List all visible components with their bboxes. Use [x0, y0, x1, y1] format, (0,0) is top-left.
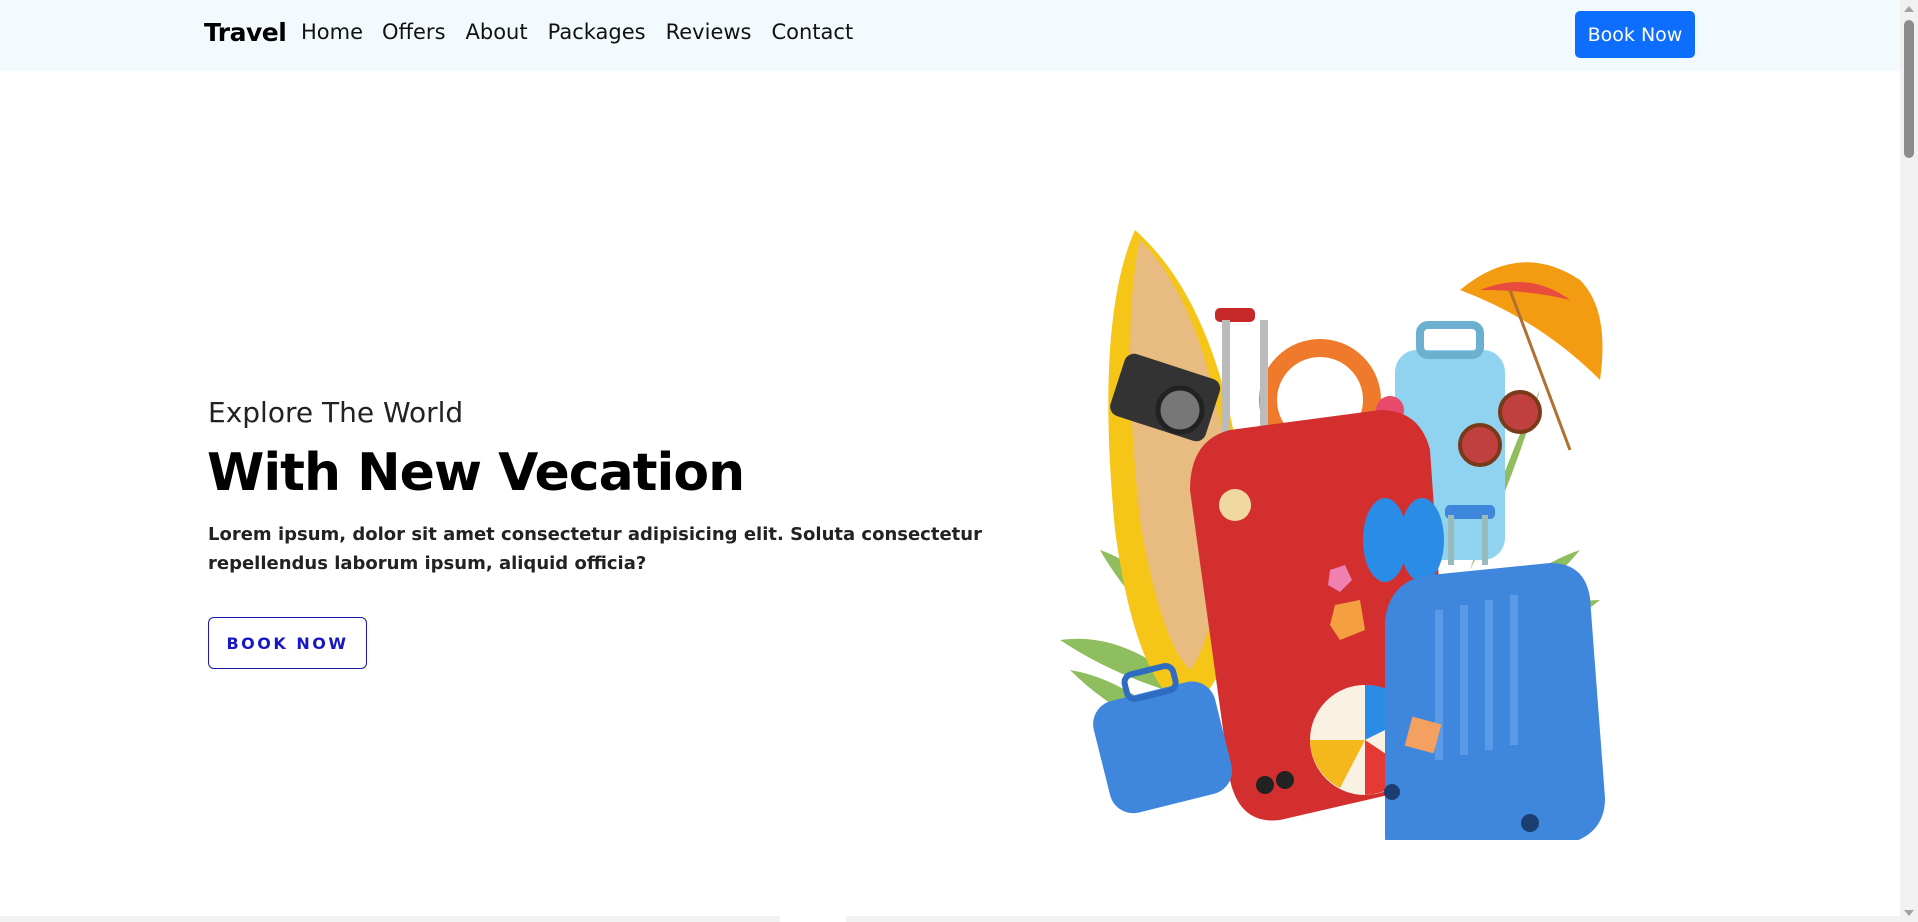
hero-subtitle: Explore The World: [208, 396, 464, 429]
horizontal-scrollbar[interactable]: [0, 916, 1900, 922]
nav-link-offers[interactable]: Offers: [382, 20, 446, 44]
book-now-button-hero[interactable]: BOOK NOW: [208, 617, 367, 669]
hero-description: Lorem ipsum, dolor sit amet consectetur …: [208, 524, 982, 574]
nav-links: Home Offers About Packages Reviews Conta…: [301, 20, 873, 44]
scrollbar-thumb[interactable]: [1904, 20, 1914, 158]
scroll-up-arrow-icon[interactable]: [1904, 6, 1914, 12]
hero-title: With New Vecation: [207, 443, 745, 503]
vertical-scrollbar[interactable]: [1900, 0, 1918, 922]
nav-link-contact[interactable]: Contact: [771, 20, 853, 44]
nav-link-packages[interactable]: Packages: [548, 20, 646, 44]
book-now-button-nav[interactable]: Book Now: [1575, 11, 1695, 58]
nav-link-reviews[interactable]: Reviews: [666, 20, 752, 44]
nav-link-about[interactable]: About: [466, 20, 528, 44]
brand-logo[interactable]: Travel: [204, 18, 287, 47]
scroll-down-arrow-icon[interactable]: [1904, 910, 1914, 916]
horizontal-scrollbar-thumb[interactable]: [780, 916, 846, 922]
navbar: Travel Home Offers About Packages Review…: [0, 0, 1900, 71]
travel-luggage-illustration: [1060, 230, 1605, 840]
nav-link-home[interactable]: Home: [301, 20, 363, 44]
